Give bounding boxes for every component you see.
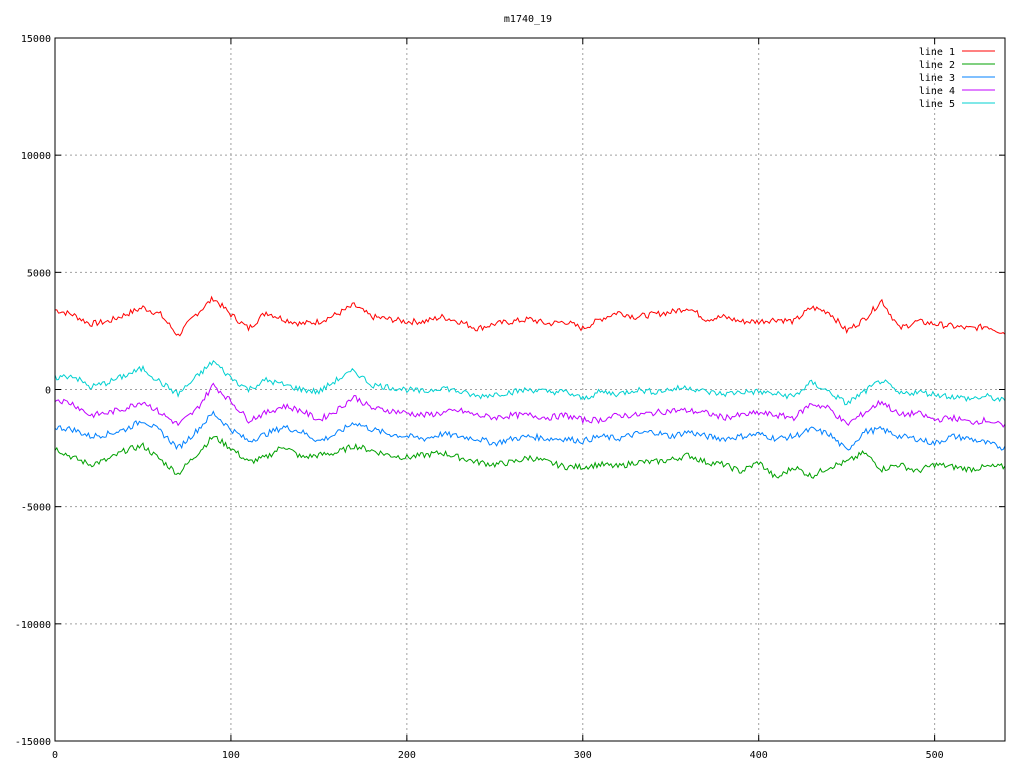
legend-label: line 4 <box>919 86 955 97</box>
x-axis: 0 100 200 300 400 500 <box>52 38 944 761</box>
x-tick-label: 500 <box>926 750 944 761</box>
line-chart: m1740_19 0 100 200 300 400 500 -15000 -10000 -5… <box>15 14 1006 761</box>
y-tick-label: -5000 <box>21 503 51 514</box>
x-tick-label: 400 <box>750 750 768 761</box>
series-line-1 <box>55 295 1006 337</box>
legend-label: line 1 <box>919 47 955 58</box>
y-axis: -15000 -10000 -5000 0 5000 10000 15000 <box>15 34 1005 748</box>
legend-label: line 2 <box>919 60 955 71</box>
x-tick-label: 0 <box>52 750 58 761</box>
legend: line 1 line 2 line 3 line 4 line 5 <box>919 47 995 110</box>
series-line-5 <box>54 359 1006 406</box>
x-tick-label: 300 <box>574 750 592 761</box>
y-tick-label: -10000 <box>15 620 51 631</box>
series-line-2 <box>54 435 1006 479</box>
x-tick-label: 200 <box>398 750 416 761</box>
chart-title: m1740_19 <box>504 14 552 25</box>
y-tick-label: 0 <box>45 386 51 397</box>
y-tick-label: 15000 <box>21 34 51 45</box>
grid <box>55 38 1005 741</box>
y-tick-label: 5000 <box>27 268 51 279</box>
x-tick-label: 100 <box>222 750 240 761</box>
y-tick-label: -15000 <box>15 737 51 748</box>
series-lines <box>54 295 1006 479</box>
y-tick-label: 10000 <box>21 151 51 162</box>
legend-label: line 5 <box>919 99 955 110</box>
legend-label: line 3 <box>919 73 955 84</box>
